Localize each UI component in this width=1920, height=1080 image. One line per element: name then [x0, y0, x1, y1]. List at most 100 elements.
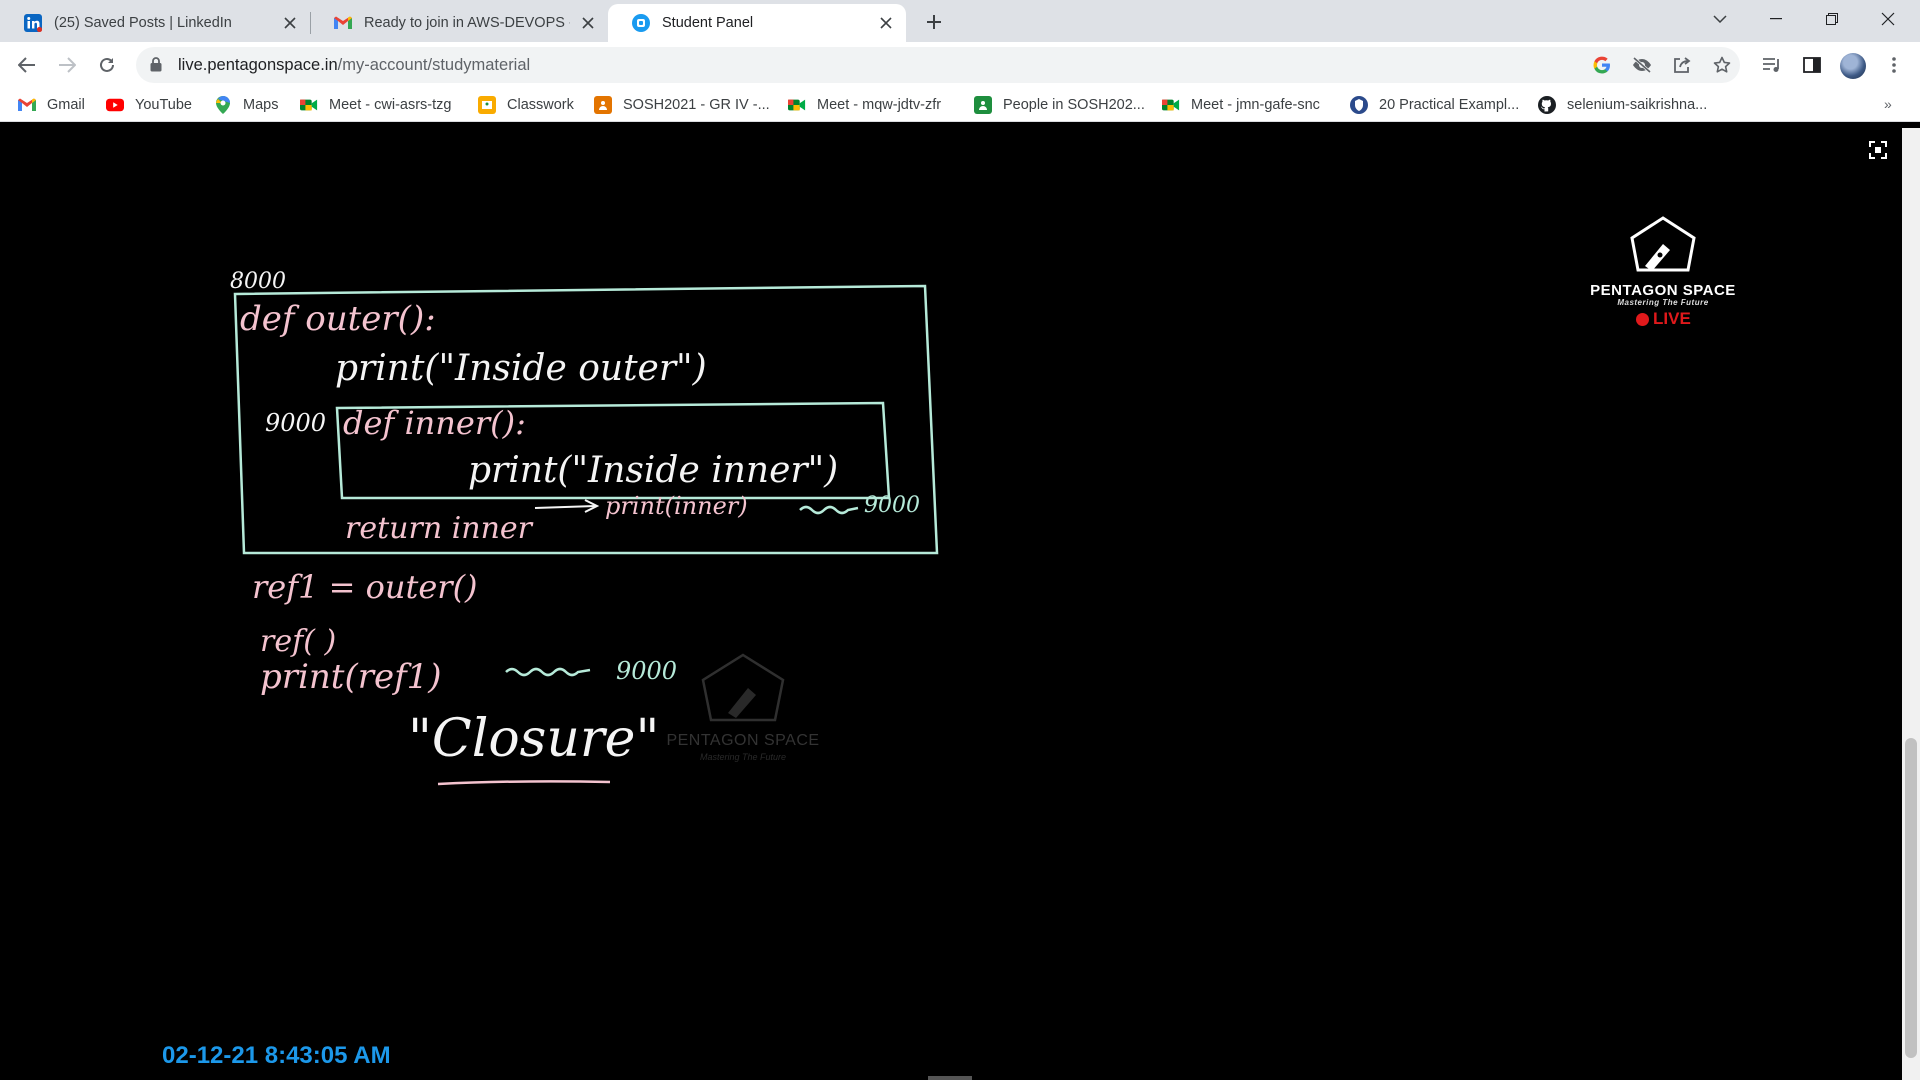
gmail-icon: [334, 14, 352, 32]
forward-button[interactable]: [51, 49, 83, 81]
address-label-inner: 9000: [265, 409, 326, 437]
pentagon-space-logo-mark: [1630, 216, 1696, 272]
print-ref-address: 9000: [616, 657, 677, 685]
new-tab-button[interactable]: [920, 8, 948, 36]
bookmark-github[interactable]: selenium-saikrishna...: [1538, 94, 1707, 116]
bookmark-label: Maps: [243, 97, 279, 113]
page-scrollbar[interactable]: [1902, 128, 1920, 1080]
pentagon-space-tagline: Mastering The Future: [1617, 298, 1709, 307]
meet-icon: [300, 96, 318, 114]
eye-off-icon[interactable]: [1632, 55, 1652, 75]
minimize-button[interactable]: [1748, 0, 1804, 38]
student-panel-icon: [632, 14, 650, 32]
bookmark-practical-examples[interactable]: 20 Practical Exampl...: [1350, 94, 1519, 116]
watermark-logo: [701, 653, 785, 722]
bookmark-maps[interactable]: Maps: [214, 94, 278, 116]
bookmark-label: SOSH2021 - GR IV -...: [623, 97, 770, 113]
bookmark-sosh2021[interactable]: SOSH2021 - GR IV -...: [594, 94, 770, 116]
bookmark-label: 20 Practical Exampl...: [1379, 97, 1520, 113]
reload-button[interactable]: [91, 49, 123, 81]
linkedin-icon: [24, 14, 42, 32]
bookmark-meet-3[interactable]: Meet - jmn-gafe-snc: [1162, 94, 1320, 116]
url-path: /my-account/studymaterial: [337, 56, 531, 74]
closure-underline: [437, 780, 611, 786]
bookmark-meet-2[interactable]: Meet - mqw-jdtv-zfr: [788, 94, 941, 116]
tab-strip: (25) Saved Posts | LinkedIn Ready to joi…: [0, 0, 1920, 42]
star-icon[interactable]: [1712, 55, 1732, 75]
tab-title: Ready to join in AWS-DEVOPS - c: [364, 15, 570, 31]
live-badge: LIVE: [1636, 309, 1691, 329]
tab-linkedin[interactable]: (25) Saved Posts | LinkedIn: [0, 4, 310, 42]
tab-student-panel[interactable]: Student Panel: [608, 4, 906, 42]
live-label: LIVE: [1653, 309, 1691, 328]
video-player[interactable]: 8000 def outer(): print("Inside outer") …: [0, 128, 1902, 1080]
browser-toolbar: live.pentagonspace.in/my-account/studyma…: [0, 42, 1920, 88]
profile-avatar[interactable]: [1840, 53, 1866, 79]
pentagon-space-logo-name: PENTAGON SPACE: [1590, 282, 1736, 299]
bookmark-youtube[interactable]: YouTube: [106, 94, 192, 116]
bookmark-label: YouTube: [135, 97, 192, 113]
share-icon[interactable]: [1672, 55, 1692, 75]
google-icon[interactable]: [1592, 55, 1612, 75]
tab-title: (25) Saved Posts | LinkedIn: [54, 15, 232, 31]
bookmark-label: Meet - jmn-gafe-snc: [1191, 97, 1320, 113]
squiggle-arrow-1: [799, 505, 859, 515]
address-label-outer: 8000: [230, 269, 286, 294]
back-button[interactable]: [11, 49, 43, 81]
site-icon: [1350, 96, 1368, 114]
tab-search-icon[interactable]: [1692, 0, 1748, 38]
return-arrow: [534, 505, 596, 509]
bookmark-people[interactable]: People in SOSH202...: [974, 94, 1145, 116]
close-window-button[interactable]: [1860, 0, 1916, 38]
close-icon[interactable]: [578, 13, 598, 33]
meet-icon: [788, 96, 806, 114]
close-icon[interactable]: [280, 13, 300, 33]
tab-gmail[interactable]: Ready to join in AWS-DEVOPS - c: [310, 4, 608, 42]
bookmark-label: People in SOSH202...: [1003, 97, 1145, 113]
bookmark-label: selenium-saikrishna...: [1567, 97, 1708, 113]
code-print-outer: print("Inside outer"): [335, 348, 707, 389]
maps-icon: [214, 96, 232, 114]
url-host: live.pentagonspace.in: [178, 56, 338, 74]
squiggle-arrow-2: [505, 667, 591, 677]
classroom-icon: [478, 96, 496, 114]
media-control-icon[interactable]: [1760, 53, 1784, 77]
restore-button[interactable]: [1804, 0, 1860, 38]
bookmark-meet-1[interactable]: Meet - cwi-asrs-tzg: [300, 94, 451, 116]
youtube-icon: [106, 96, 124, 114]
bookmark-label: Meet - mqw-jdtv-zfr: [817, 97, 942, 113]
code-print-ref: print(ref1): [260, 657, 442, 697]
menu-icon[interactable]: [1882, 53, 1906, 77]
meet-icon: [1162, 96, 1180, 114]
more-bookmarks-button[interactable]: »: [1884, 96, 1892, 112]
side-panel-icon[interactable]: [1800, 53, 1824, 77]
github-icon: [1538, 96, 1556, 114]
close-icon[interactable]: [876, 13, 896, 33]
code-return-inner: return inner: [345, 511, 534, 546]
note-inner-address: 9000: [864, 493, 920, 518]
lock-icon[interactable]: [150, 57, 162, 75]
watermark-tagline: Mastering The Future: [699, 752, 787, 762]
bookmark-label: Gmail: [47, 97, 85, 113]
fullscreen-icon[interactable]: [1868, 140, 1888, 160]
bookmark-gmail[interactable]: Gmail: [18, 94, 85, 116]
address-bar[interactable]: live.pentagonspace.in/my-account/studyma…: [136, 47, 1740, 83]
note-print-inner: print(inner): [605, 492, 748, 520]
gmail-icon: [18, 96, 36, 114]
whiteboard: 8000 def outer(): print("Inside outer") …: [230, 216, 1696, 786]
bookmark-classwork[interactable]: Classwork: [478, 94, 574, 116]
bookmark-label: Meet - cwi-asrs-tzg: [329, 97, 452, 113]
url-text[interactable]: live.pentagonspace.in/my-account/studyma…: [178, 56, 530, 75]
code-def-inner: def inner():: [343, 404, 526, 442]
bookmarks-bar: Gmail YouTube Maps Meet - cwi-asrs-tzg C…: [0, 88, 1920, 122]
tab-title: Student Panel: [662, 15, 754, 31]
bookmark-label: Classwork: [507, 97, 574, 113]
horizontal-scroll-indicator[interactable]: [928, 1076, 972, 1080]
classroom-icon: [974, 96, 992, 114]
code-def-outer: def outer():: [240, 299, 436, 339]
recording-timestamp: 02-12-21 8:43:05 AM: [162, 1042, 391, 1069]
watermark-name: PENTAGON SPACE: [666, 732, 820, 749]
scrollbar-thumb[interactable]: [1905, 738, 1917, 1058]
classroom-icon: [594, 96, 612, 114]
code-ref-assign: ref1 = outer(): [252, 568, 478, 606]
